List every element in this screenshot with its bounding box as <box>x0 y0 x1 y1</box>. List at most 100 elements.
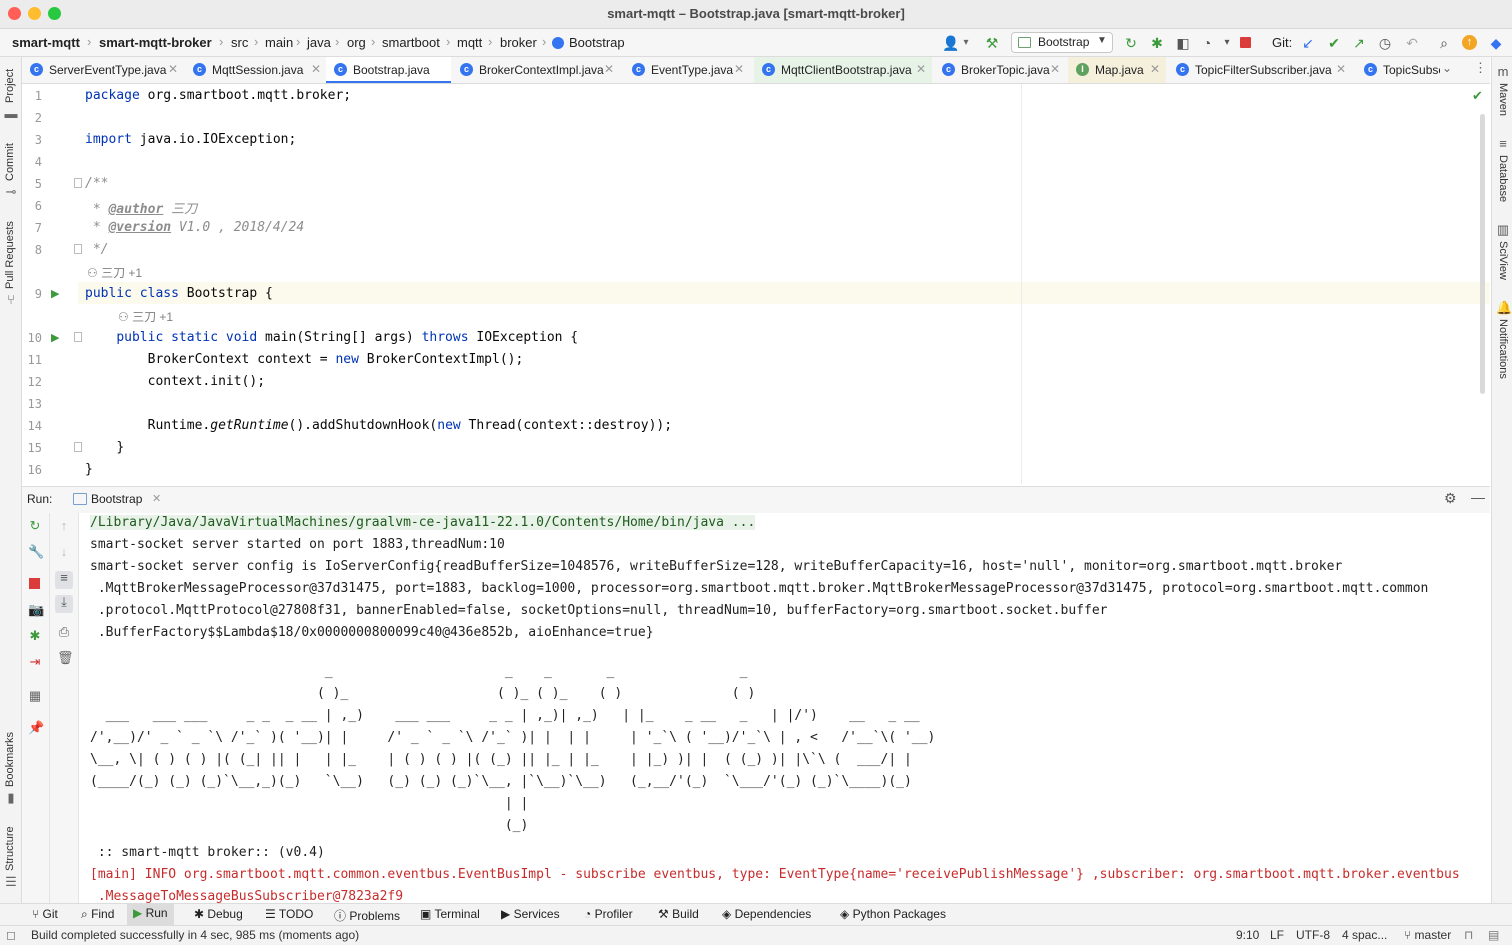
tool-window-project[interactable]: Project <box>4 69 16 103</box>
pull-request-icon[interactable]: ⑂ <box>4 293 18 307</box>
user-icon[interactable]: 👤 <box>942 35 959 51</box>
breadcrumb-mqtt[interactable]: mqtt <box>457 35 482 50</box>
pin-icon[interactable]: 📌 <box>28 721 44 735</box>
tab-server-event-type[interactable]: c ServerEventType.java ✕ <box>22 57 184 83</box>
panel-toggle-icon[interactable]: ◻ <box>6 928 16 942</box>
tab-broker-context-impl[interactable]: c BrokerContextImpl.java ✕ <box>452 57 620 83</box>
tool-git[interactable]: ⑂ Git <box>32 907 58 921</box>
breadcrumb-project[interactable]: smart-mqtt <box>12 35 80 50</box>
run-configuration-select[interactable]: Bootstrap ▼ <box>1011 32 1113 53</box>
chevron-down-icon[interactable]: ▾ <box>1219 35 1235 51</box>
tool-find[interactable]: ⌕ Find <box>81 907 114 922</box>
breadcrumb-src[interactable]: src <box>231 35 248 50</box>
editor-scrollbar[interactable] <box>1480 114 1485 394</box>
database-icon[interactable]: ≡ <box>1496 137 1510 151</box>
run-tab-bootstrap[interactable]: Bootstrap <box>91 492 142 506</box>
rerun-icon[interactable]: ↻ <box>28 519 42 533</box>
run-gutter-icon[interactable]: ▶ <box>51 287 59 300</box>
caret-position[interactable]: 9:10 <box>1236 928 1259 942</box>
tab-mqtt-client-bootstrap[interactable]: c MqttClientBootstrap.java ✕ <box>754 57 932 83</box>
close-tab-icon[interactable]: ✕ <box>168 62 178 76</box>
stop-icon[interactable] <box>28 577 42 591</box>
maven-icon[interactable]: m <box>1496 65 1510 79</box>
breadcrumb-module[interactable]: smart-mqtt-broker <box>99 35 212 50</box>
tool-run[interactable]: ▶ Run <box>127 904 174 925</box>
tab-topic-subscription[interactable]: c TopicSubsc <box>1356 57 1440 83</box>
fold-icon[interactable] <box>74 244 82 254</box>
run-gutter-icon[interactable]: ▶ <box>51 331 59 344</box>
author-inlay-hint[interactable]: ⚇ 三刀 +1 <box>87 264 142 281</box>
breadcrumb-org[interactable]: org <box>347 35 366 50</box>
tool-window-commit[interactable]: Commit <box>4 143 16 181</box>
profile-icon[interactable]: ◔ <box>1199 35 1215 51</box>
debug-icon[interactable]: ✱ <box>28 629 42 643</box>
structure-icon[interactable]: ☰ <box>4 875 18 889</box>
wrench-icon[interactable]: 🔧 <box>28 545 44 559</box>
tab-map[interactable]: I Map.java ✕ <box>1068 57 1166 83</box>
close-tab-icon[interactable]: ✕ <box>311 62 321 76</box>
tool-dependencies[interactable]: ◈ Dependencies <box>722 907 811 921</box>
tool-debug[interactable]: ✱ Debug <box>194 907 243 921</box>
tool-build[interactable]: ⚒ Build <box>658 907 699 921</box>
commit-icon[interactable]: ✔ <box>1326 35 1342 51</box>
jetbrains-logo-icon[interactable]: ◆ <box>1488 35 1504 51</box>
tool-window-sciview[interactable]: SciView <box>1497 241 1509 280</box>
tool-window-bookmarks[interactable]: Bookmarks <box>4 732 16 787</box>
folder-icon[interactable]: ▬ <box>4 107 18 121</box>
close-tab-icon[interactable]: ✕ <box>152 492 161 505</box>
update-project-icon[interactable]: ↙ <box>1300 35 1316 51</box>
coverage-icon[interactable]: ◧ <box>1175 35 1191 51</box>
scroll-to-end-icon[interactable]: ⤓ <box>55 595 73 613</box>
console-output[interactable]: /Library/Java/JavaVirtualMachines/graalv… <box>79 513 1490 903</box>
tab-mqtt-session[interactable]: c MqttSession.java ✕ <box>185 57 325 83</box>
bookmark-icon[interactable]: ▮ <box>4 791 18 805</box>
tab-broker-topic[interactable]: c BrokerTopic.java ✕ <box>934 57 1066 83</box>
tool-window-pull-requests[interactable]: Pull Requests <box>4 221 16 289</box>
push-icon[interactable]: ↗ <box>1351 35 1367 51</box>
tool-window-database[interactable]: Database <box>1497 155 1509 202</box>
tool-todo[interactable]: ☰ TODO <box>265 907 313 921</box>
git-branch[interactable]: ⑂ master <box>1404 928 1451 942</box>
tab-bootstrap[interactable]: c Bootstrap.java <box>326 57 451 83</box>
close-tab-icon[interactable]: ✕ <box>916 62 926 76</box>
tool-terminal[interactable]: ▣ Terminal <box>420 907 480 921</box>
rerun-icon[interactable]: ↻ <box>1123 35 1139 51</box>
gear-icon[interactable]: ⚙ <box>1444 490 1457 507</box>
code-editor[interactable]: 1 2 3 4 5 6 7 8 9 10 11 12 13 14 15 16 ▶… <box>22 84 1490 484</box>
camera-icon[interactable]: 📷 <box>28 603 44 617</box>
author-inlay-hint[interactable]: ⚇ 三刀 +1 <box>118 308 173 325</box>
indent-setting[interactable]: 4 spac... <box>1342 928 1387 942</box>
close-tab-icon[interactable]: ✕ <box>1336 62 1346 76</box>
soft-wrap-icon[interactable]: ≡ <box>55 571 73 589</box>
fold-icon[interactable] <box>74 178 82 188</box>
arrow-up-icon[interactable]: ↑ <box>57 519 71 533</box>
tool-window-notifications[interactable]: Notifications <box>1497 319 1509 379</box>
close-tab-icon[interactable]: ✕ <box>1150 62 1160 76</box>
arrow-down-icon[interactable]: ↓ <box>57 545 71 559</box>
breadcrumb-main[interactable]: main <box>265 35 293 50</box>
tool-window-maven[interactable]: Maven <box>1497 83 1509 116</box>
hammer-icon[interactable]: ⚒ <box>984 35 1000 51</box>
close-tab-icon[interactable]: ✕ <box>734 62 744 76</box>
breadcrumb-broker[interactable]: broker <box>500 35 537 50</box>
print-icon[interactable]: ⎙ <box>57 625 71 639</box>
lock-icon[interactable]: ⊓ <box>1464 928 1473 942</box>
notifications-icon[interactable]: 🔔 <box>1496 301 1512 315</box>
memory-indicator-icon[interactable]: ▤ <box>1488 928 1499 942</box>
tool-profiler[interactable]: ◔ Profiler <box>584 907 633 921</box>
breadcrumb-java[interactable]: java <box>307 35 331 50</box>
layout-icon[interactable]: ▦ <box>28 689 42 703</box>
exit-icon[interactable]: ⇥ <box>28 655 42 669</box>
debug-icon[interactable]: ✱ <box>1149 35 1165 51</box>
minimize-panel-icon[interactable]: — <box>1471 489 1485 505</box>
fold-icon[interactable] <box>74 332 82 342</box>
tool-window-structure[interactable]: Structure <box>4 826 16 871</box>
tool-services[interactable]: ▶ Services <box>501 907 560 921</box>
breadcrumb-smartboot[interactable]: smartboot <box>382 35 440 50</box>
sciview-icon[interactable]: ▥ <box>1496 223 1510 237</box>
updates-icon[interactable]: ↑ <box>1462 35 1478 51</box>
close-tab-icon[interactable]: ✕ <box>1050 62 1060 76</box>
search-icon[interactable]: ⌕ <box>1436 35 1452 51</box>
trash-icon[interactable]: 🗑 <box>57 651 74 665</box>
commit-icon[interactable]: ⊸ <box>4 185 18 199</box>
